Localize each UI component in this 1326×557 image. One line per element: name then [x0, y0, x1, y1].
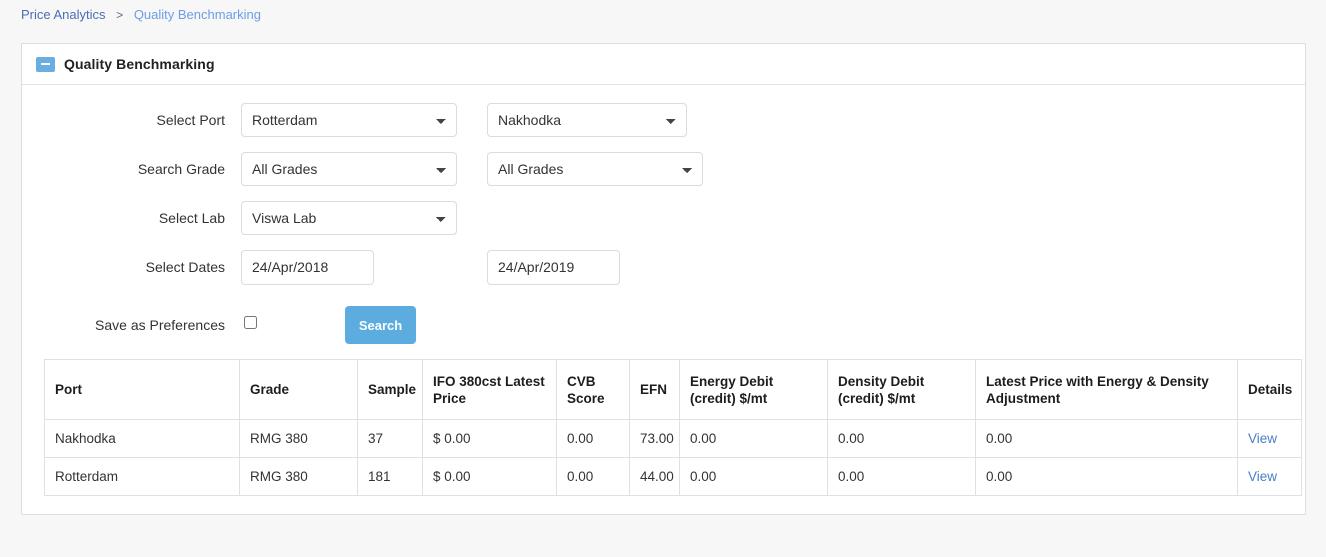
- date-to-input[interactable]: [487, 249, 620, 285]
- view-details-link[interactable]: View: [1248, 469, 1277, 484]
- label-select-dates: Select Dates: [145, 259, 225, 275]
- panel-header: Quality Benchmarking: [22, 44, 1305, 85]
- column-header-density-debit: Density Debit (credit) $/mt: [827, 359, 976, 420]
- cell-efn: 73.00: [629, 419, 680, 458]
- date-from-input[interactable]: [241, 249, 374, 285]
- search-grade-a-wrap: All Grades: [241, 152, 457, 186]
- cell-energy: 0.00: [679, 457, 828, 496]
- cell-sample: 181: [357, 457, 423, 496]
- cell-port: Rotterdam: [44, 457, 240, 496]
- form-row-select-dates: Select Dates: [34, 248, 1293, 286]
- table-header-row: Port Grade Sample IFO 380cst Latest Pric…: [44, 359, 1302, 420]
- save-preferences-checkbox-wrap: [241, 316, 345, 334]
- save-preferences-checkbox[interactable]: [244, 316, 257, 329]
- column-header-ifo-price: IFO 380cst Latest Price: [422, 359, 557, 420]
- minus-square-icon[interactable]: [36, 56, 55, 72]
- column-header-sample: Sample: [357, 359, 423, 420]
- select-port-a-wrap: Rotterdam: [241, 103, 457, 137]
- minus-glyph: [41, 63, 50, 65]
- panel-body: Select Port Rotterdam Nakhodka Search Gr…: [22, 85, 1305, 514]
- cell-density: 0.00: [827, 457, 976, 496]
- cell-sample: 37: [357, 419, 423, 458]
- view-details-link[interactable]: View: [1248, 431, 1277, 446]
- breadcrumb-separator: >: [116, 8, 124, 22]
- breadcrumb-link-price-analytics[interactable]: Price Analytics: [21, 7, 106, 22]
- column-header-details: Details: [1237, 359, 1302, 420]
- date-to-wrap: [487, 249, 620, 285]
- select-port-secondary[interactable]: Nakhodka: [487, 103, 687, 137]
- cell-latest: 0.00: [975, 457, 1238, 496]
- cell-details: View: [1237, 419, 1302, 458]
- cell-energy: 0.00: [679, 419, 828, 458]
- cell-efn: 44.00: [629, 457, 680, 496]
- column-header-grade: Grade: [239, 359, 358, 420]
- form-row-select-port: Select Port Rotterdam Nakhodka: [34, 101, 1293, 139]
- cell-price: $ 0.00: [422, 457, 557, 496]
- breadcrumb-link-quality-benchmarking[interactable]: Quality Benchmarking: [134, 7, 261, 22]
- table-row: Rotterdam RMG 380 181 $ 0.00 0.00 44.00 …: [44, 457, 1302, 496]
- cell-price: $ 0.00: [422, 419, 557, 458]
- select-grade-primary[interactable]: All Grades: [241, 152, 457, 186]
- cell-grade: RMG 380: [239, 457, 358, 496]
- cell-cvb: 0.00: [556, 457, 630, 496]
- date-from-wrap: [241, 249, 374, 285]
- label-select-port: Select Port: [156, 112, 225, 128]
- column-header-cvb-score: CVB Score: [556, 359, 630, 420]
- label-save-as-preferences: Save as Preferences: [95, 317, 225, 333]
- column-header-efn: EFN: [629, 359, 680, 420]
- preferences-row: Save as Preferences Search: [34, 305, 1293, 345]
- cell-port: Nakhodka: [44, 419, 240, 458]
- cell-cvb: 0.00: [556, 419, 630, 458]
- search-grade-b-wrap: All Grades: [487, 152, 703, 186]
- quality-benchmarking-panel: Quality Benchmarking Select Port Rotterd…: [21, 43, 1306, 515]
- label-select-lab: Select Lab: [158, 210, 225, 226]
- cell-details: View: [1237, 457, 1302, 496]
- select-port-b-wrap: Nakhodka: [487, 103, 687, 137]
- label-search-grade: Search Grade: [137, 161, 225, 177]
- results-table: Port Grade Sample IFO 380cst Latest Pric…: [44, 359, 1302, 496]
- form-row-select-lab: Select Lab Viswa Lab: [34, 199, 1293, 237]
- select-lab[interactable]: Viswa Lab: [241, 201, 457, 235]
- breadcrumb: Price Analytics > Quality Benchmarking: [0, 0, 1326, 26]
- results-table-body: Nakhodka RMG 380 37 $ 0.00 0.00 73.00 0.…: [44, 419, 1302, 496]
- search-button[interactable]: Search: [345, 306, 416, 344]
- column-header-energy-debit: Energy Debit (credit) $/mt: [679, 359, 828, 420]
- table-row: Nakhodka RMG 380 37 $ 0.00 0.00 73.00 0.…: [44, 419, 1302, 458]
- cell-density: 0.00: [827, 419, 976, 458]
- column-header-latest-price-adjusted: Latest Price with Energy & Density Adjus…: [975, 359, 1238, 420]
- cell-grade: RMG 380: [239, 419, 358, 458]
- form-row-search-grade: Search Grade All Grades All Grades: [34, 150, 1293, 188]
- results-table-head: Port Grade Sample IFO 380cst Latest Pric…: [44, 359, 1302, 420]
- select-port-primary[interactable]: Rotterdam: [241, 103, 457, 137]
- select-grade-secondary[interactable]: All Grades: [487, 152, 703, 186]
- column-header-port: Port: [44, 359, 240, 420]
- cell-latest: 0.00: [975, 419, 1238, 458]
- select-lab-wrap: Viswa Lab: [241, 201, 457, 235]
- panel-title: Quality Benchmarking: [64, 56, 215, 72]
